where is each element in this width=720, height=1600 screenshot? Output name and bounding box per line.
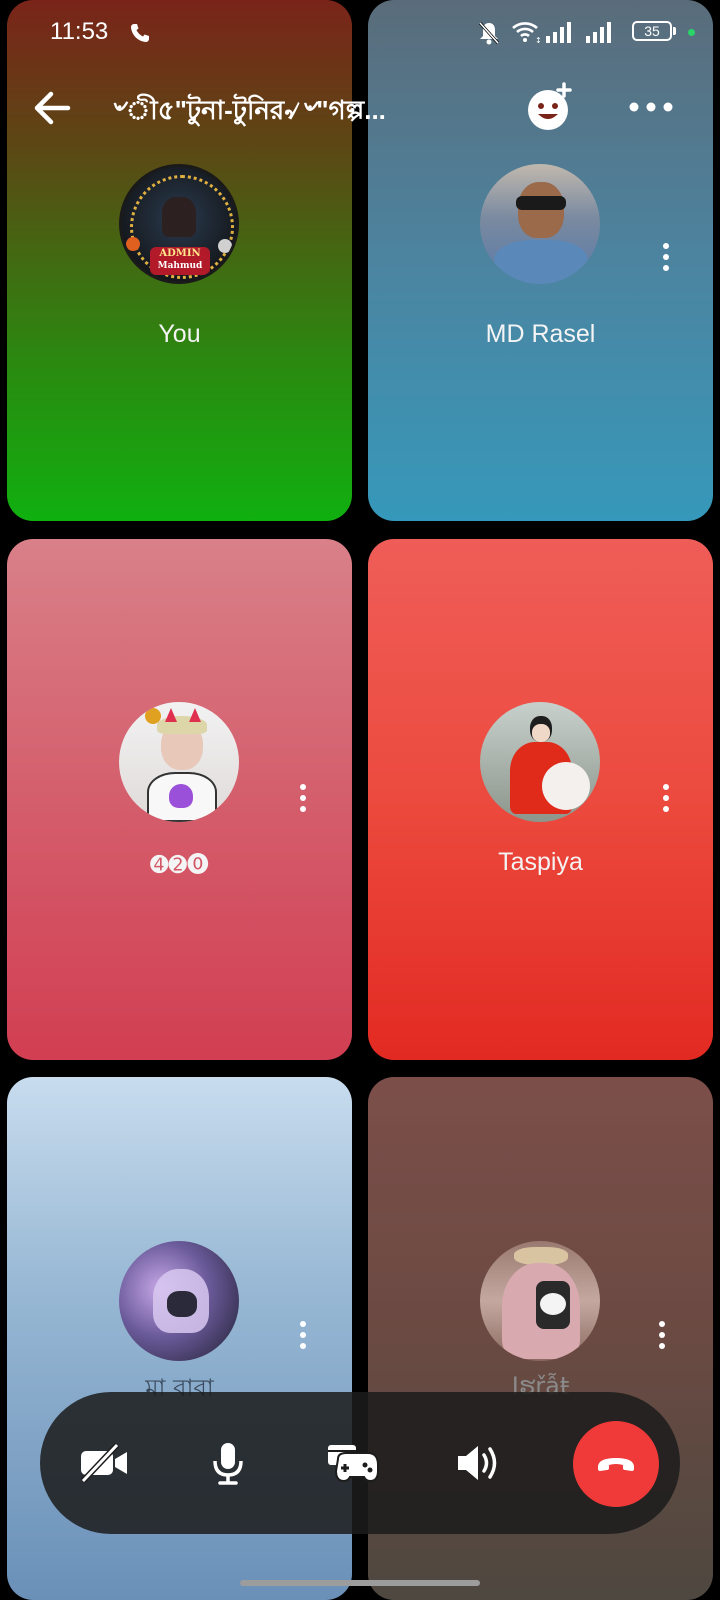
gesture-nav-bar[interactable] (240, 1580, 480, 1586)
call-header: ৺ী৫"টুনা-টুনির৵৺"গল্প... (0, 72, 720, 144)
battery-tip (673, 27, 676, 35)
status-bar: 11:53 ↕ 35 (0, 0, 720, 64)
end-call-icon (598, 1458, 634, 1471)
signal-1-icon (546, 22, 571, 43)
speaker-button[interactable] (448, 1432, 510, 1494)
group-title[interactable]: ৺ী৫"টুনা-টুনির৵৺"গল্প... (110, 90, 450, 134)
battery-level: 35 (644, 23, 660, 39)
end-call-button[interactable] (573, 1421, 659, 1507)
participant-options-button[interactable] (298, 1321, 308, 1349)
games-button[interactable] (322, 1432, 384, 1494)
toggle-video-button[interactable] (73, 1432, 135, 1494)
participant-options-button[interactable] (298, 784, 308, 812)
phone-call-icon (131, 24, 149, 42)
participant-tile-taspiya[interactable]: Taspiya (368, 539, 713, 1060)
call-controls-bar (40, 1392, 680, 1534)
wifi-icon: ↕ (512, 22, 542, 44)
avatar-badge-line1: ADMIN (159, 248, 201, 259)
participant-options-button[interactable] (661, 784, 671, 812)
status-time: 11:53 (50, 18, 109, 45)
games-icon (328, 1445, 379, 1483)
speaker-icon (458, 1446, 497, 1480)
avatar (119, 1241, 239, 1361)
signal-2-icon (586, 22, 611, 43)
microphone-button[interactable] (197, 1432, 259, 1494)
participant-options-button[interactable] (657, 1321, 667, 1349)
back-arrow-icon (34, 91, 71, 125)
add-people-button[interactable] (520, 78, 580, 138)
avatar (480, 164, 600, 284)
microphone-icon (213, 1443, 243, 1485)
avatar-badge-line2: Mahmud (157, 261, 203, 271)
back-button[interactable] (26, 80, 82, 136)
participant-name: Taspiya (498, 848, 583, 876)
video-off-icon (80, 1442, 127, 1484)
avatar (119, 702, 239, 822)
avatar: ADMIN Mahmud (119, 164, 239, 284)
add-people-emoji-icon (528, 82, 572, 130)
avatar (480, 1241, 600, 1361)
battery-icon: 35 (632, 21, 672, 41)
svg-text:↕: ↕ (535, 36, 542, 44)
participant-name: MD Rasel (485, 320, 596, 348)
participant-options-button[interactable] (661, 243, 671, 271)
mute-bell-icon (478, 21, 500, 45)
more-horizontal-icon (629, 102, 673, 112)
participant-name: You (158, 320, 201, 348)
participant-name: ➍➋⓿ (150, 853, 209, 878)
avatar (480, 702, 600, 822)
participant-tile-420[interactable]: ➍➋⓿ (7, 539, 352, 1060)
active-dot-icon (688, 29, 695, 36)
more-options-button[interactable] (626, 92, 676, 122)
